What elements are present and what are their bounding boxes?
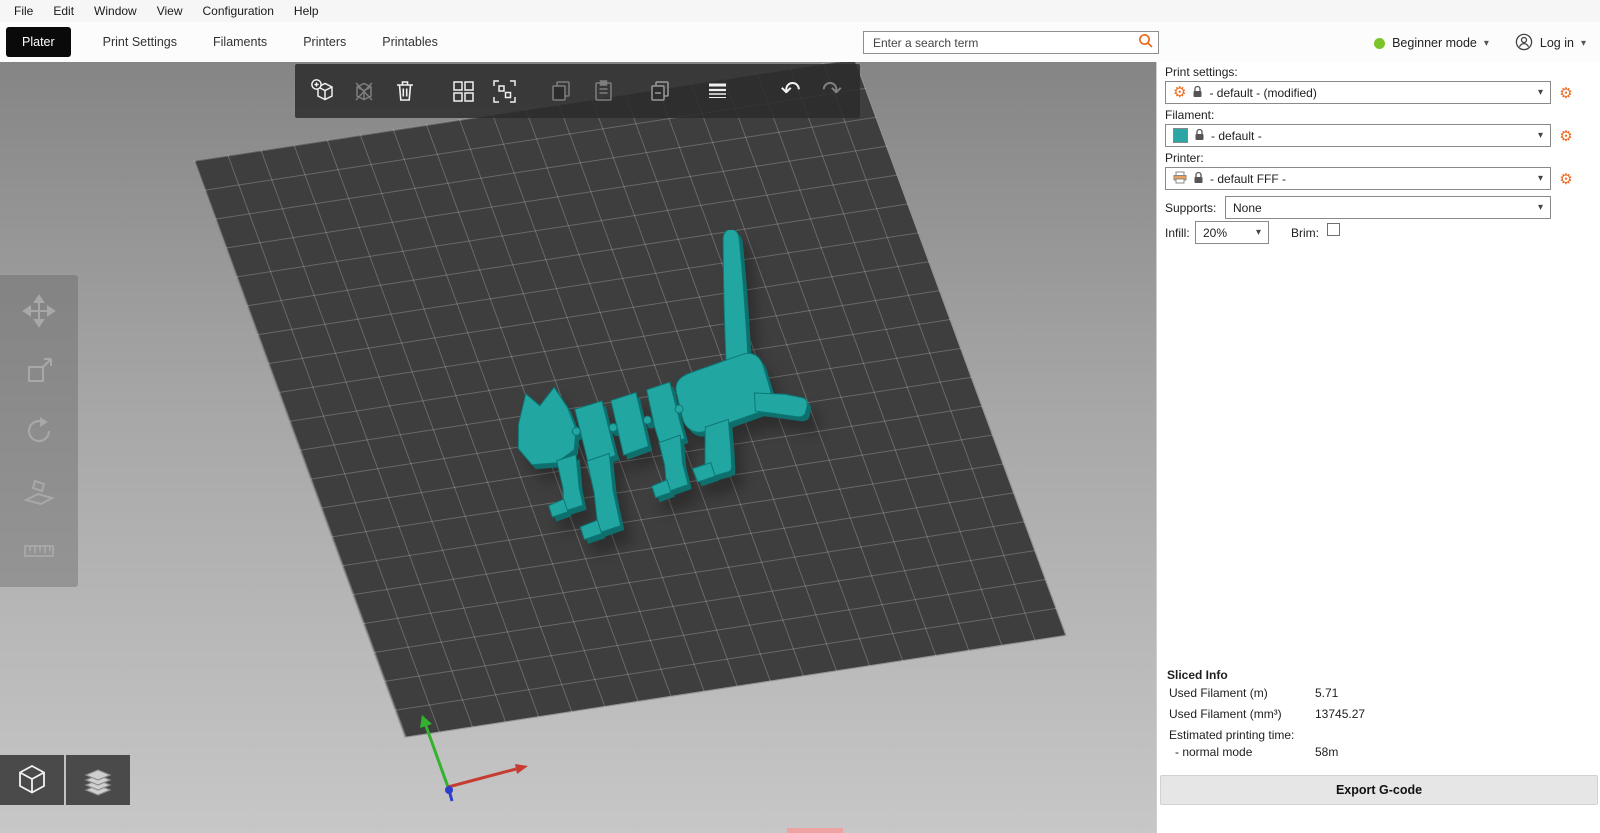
measure-icon[interactable]: [17, 529, 61, 573]
menu-view[interactable]: View: [147, 1, 193, 21]
object-toolbar: ↶ ↷: [295, 64, 860, 118]
supports-value: None: [1233, 200, 1262, 215]
sliced-info-value: 13745.27: [1315, 707, 1366, 721]
printer-value: - default FFF -: [1210, 171, 1287, 186]
printer-label: Printer:: [1165, 151, 1204, 165]
printer-combo[interactable]: - default FFF - ▾: [1165, 167, 1551, 190]
sliced-info-label: - normal mode: [1175, 745, 1253, 759]
menu-bar: File Edit Window View Configuration Help: [0, 0, 1600, 22]
layers-view-icon[interactable]: [66, 755, 130, 805]
instances-icon[interactable]: [644, 73, 676, 109]
user-icon: [1515, 33, 1533, 54]
undo-icon[interactable]: ↶: [775, 73, 807, 109]
filament-label: Filament:: [1165, 108, 1215, 122]
model-flexi-cat[interactable]: [450, 230, 870, 590]
sliced-info-label: Used Filament (m): [1169, 686, 1268, 700]
lock-icon: [1192, 85, 1203, 101]
tab-printers[interactable]: Printers: [299, 29, 350, 55]
chevron-down-icon: ▾: [1537, 87, 1543, 98]
rotate-icon[interactable]: [17, 409, 61, 453]
chevron-down-icon: ▾: [1537, 173, 1543, 184]
chevron-down-icon: ▾: [1483, 37, 1489, 49]
tab-bar: Plater Print Settings Filaments Printers…: [0, 22, 1600, 62]
tab-filaments[interactable]: Filaments: [209, 29, 271, 55]
session-area: Beginner mode ▾ Log in ▾: [1374, 31, 1586, 55]
menu-configuration[interactable]: Configuration: [193, 1, 284, 21]
login-button[interactable]: Log in ▾: [1515, 33, 1586, 54]
redo-icon[interactable]: ↷: [816, 73, 848, 109]
export-gcode-button[interactable]: Export G-code: [1160, 775, 1598, 805]
infill-value: 20%: [1203, 225, 1228, 240]
tab-plater[interactable]: Plater: [6, 27, 71, 57]
gear-icon: ⚙: [1559, 84, 1573, 102]
sliced-info-value: 58m: [1315, 745, 1339, 759]
arrange-selection-icon[interactable]: [488, 73, 520, 109]
delete-icon[interactable]: [348, 73, 380, 109]
sliced-info-label: Used Filament (mm³): [1169, 707, 1282, 721]
brim-checkbox[interactable]: [1327, 223, 1340, 236]
lock-icon: [1193, 171, 1204, 187]
filament-value: - default -: [1211, 128, 1262, 143]
print-settings-value: - default - (modified): [1209, 85, 1317, 100]
menu-window[interactable]: Window: [84, 1, 147, 21]
printer-icon: [1173, 171, 1187, 187]
sliced-info-title: Sliced Info: [1167, 668, 1228, 682]
tab-printables[interactable]: Printables: [378, 29, 442, 55]
search-input[interactable]: [871, 34, 1138, 51]
view-toggle: [0, 755, 130, 805]
filament-gear-button[interactable]: ⚙: [1556, 126, 1576, 146]
print-settings-combo[interactable]: ⚙ - default - (modified) ▾: [1165, 81, 1551, 104]
infill-label: Infill:: [1165, 226, 1190, 240]
variable-layer-height-icon[interactable]: [701, 73, 733, 109]
chevron-down-icon: ▾: [1255, 227, 1261, 238]
printer-gear-button[interactable]: ⚙: [1556, 169, 1576, 189]
notification-sliver: [787, 828, 843, 833]
mode-selector[interactable]: Beginner mode ▾: [1374, 36, 1489, 50]
arrange-icon[interactable]: [447, 73, 479, 109]
print-settings-gear-button[interactable]: ⚙: [1556, 83, 1576, 103]
move-icon[interactable]: [17, 289, 61, 333]
brim-label: Brim:: [1291, 226, 1319, 240]
delete-all-icon[interactable]: [389, 73, 421, 109]
filament-color-swatch: [1173, 128, 1188, 143]
manipulation-toolbar: [0, 275, 78, 587]
tab-print-settings[interactable]: Print Settings: [99, 29, 181, 55]
paste-icon[interactable]: [586, 73, 618, 109]
menu-help[interactable]: Help: [284, 1, 329, 21]
menu-file[interactable]: File: [4, 1, 43, 21]
chevron-down-icon: ▾: [1580, 37, 1586, 49]
sliced-info-label: Estimated printing time:: [1169, 728, 1295, 742]
add-icon[interactable]: [307, 73, 339, 109]
supports-label: Supports:: [1165, 201, 1217, 215]
place-on-face-icon[interactable]: [17, 469, 61, 513]
supports-dropdown[interactable]: None ▾: [1225, 196, 1551, 219]
search-box[interactable]: [863, 31, 1159, 54]
search-icon[interactable]: [1138, 33, 1154, 52]
login-label: Log in: [1539, 36, 1574, 50]
chevron-down-icon: ▾: [1537, 130, 1543, 141]
menu-edit[interactable]: Edit: [43, 1, 84, 21]
gear-icon: ⚙: [1559, 170, 1573, 188]
chevron-down-icon: ▾: [1537, 202, 1543, 213]
mode-label: Beginner mode: [1392, 36, 1477, 50]
lock-icon: [1194, 128, 1205, 144]
beginner-mode-icon: [1374, 37, 1386, 49]
sliced-info-value: 5.71: [1315, 686, 1339, 700]
filament-combo[interactable]: - default - ▾: [1165, 124, 1551, 147]
viewport-canvas[interactable]: ↶ ↷: [0, 62, 1156, 833]
copy-icon[interactable]: [545, 73, 577, 109]
scale-icon[interactable]: [17, 349, 61, 393]
3d-view-icon[interactable]: [0, 755, 64, 805]
settings-panel: Print settings: ⚙ - default - (modified)…: [1156, 62, 1600, 833]
infill-dropdown[interactable]: 20% ▾: [1195, 221, 1269, 244]
gear-icon: ⚙: [1559, 127, 1573, 145]
print-settings-label: Print settings:: [1165, 65, 1238, 79]
gear-icon: ⚙: [1173, 84, 1187, 101]
